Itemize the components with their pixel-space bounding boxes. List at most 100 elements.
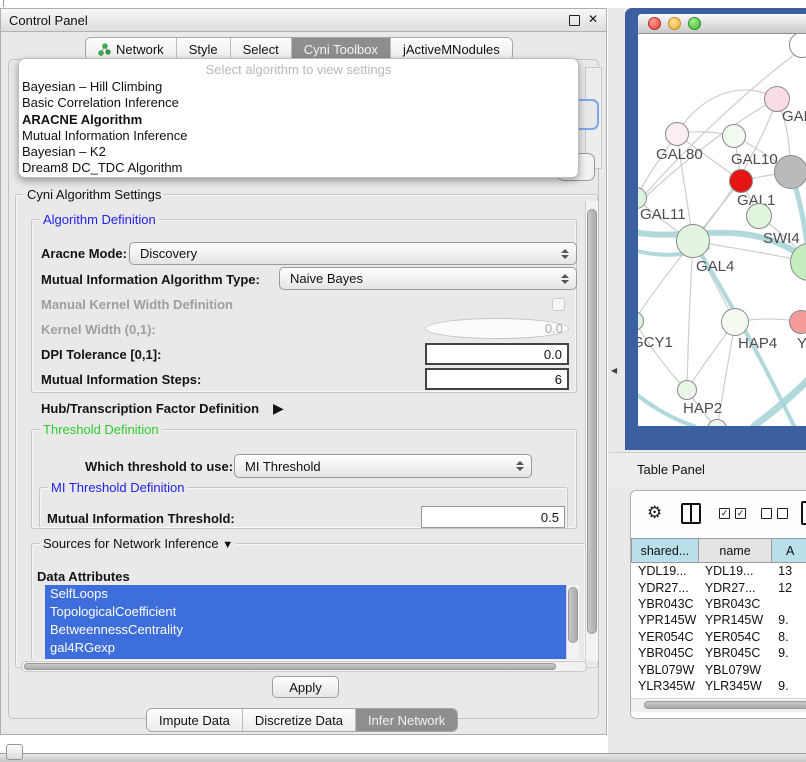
dropdown-item[interactable]: Bayesian – K2 [19,144,578,160]
table-cell[interactable]: YPR145W [631,613,698,627]
table-cell[interactable]: YLR345W [698,679,771,693]
list-scrollbar-track[interactable] [566,585,579,659]
network-node-gal10[interactable] [722,124,746,148]
tab-cyni-toolbox[interactable]: Cyni Toolbox [292,38,391,60]
table-cell[interactable]: 9. [771,646,806,660]
network-canvas[interactable]: GALGAL80GAL10GAL1GAL11SWI4GAL4GCY1HAP4YH… [638,34,806,426]
tab-impute-data[interactable]: Impute Data [147,709,243,731]
network-node[interactable] [774,155,806,189]
deselect-checkbox-icon-2[interactable] [777,508,788,519]
network-node-gal4[interactable] [676,224,710,258]
mi-threshold-field[interactable]: 0.5 [421,506,565,528]
columns-icon[interactable] [681,503,701,524]
float-window-icon[interactable] [569,15,580,26]
table-cell[interactable]: 13 [771,564,806,578]
table-cell[interactable]: 9. [771,613,806,627]
network-node-hap4[interactable] [721,308,749,336]
chevron-right-icon[interactable]: ▶ [273,400,284,417]
table-cell[interactable]: YPR145W [698,613,771,627]
attribute-list-item[interactable]: gal4RGexp [45,639,566,657]
attribute-list-item[interactable]: SelfLoops [45,585,566,603]
chevron-down-icon[interactable]: ▼ [222,539,233,551]
panel-divider-collapse-icon[interactable]: ◀ [611,366,617,375]
network-node-hap2[interactable] [677,380,697,400]
mi-steps-field[interactable]: 6 [425,368,569,390]
dpi-tolerance-field[interactable]: 0.0 [425,343,569,365]
table-cell[interactable]: YBR045C [631,646,698,660]
control-panel-titlebar[interactable]: Control Panel ✕ [1,9,606,32]
column-header[interactable]: name [698,538,771,563]
table-row[interactable]: YDL19...YDL19...13 [631,563,806,579]
attribute-list-item[interactable]: BetweennessCentrality [45,621,566,639]
table-cell[interactable]: 9. [771,695,806,696]
tab-network[interactable]: Network [86,38,177,60]
table-cell[interactable]: YBR045C [698,646,771,660]
table-row[interactable]: YER054CYER054C8. [631,629,806,645]
table-cell[interactable]: YDR27... [631,581,698,595]
table-cell[interactable]: YDL19... [631,564,698,578]
table-cell[interactable]: YDR27... [698,581,771,595]
table-row[interactable]: YBL079WYBL079W [631,661,806,677]
table-cell[interactable]: YLL052C [631,695,698,696]
apply-button[interactable]: Apply [272,676,339,698]
table-cell[interactable]: YLR345W [631,679,698,693]
close-traffic-light[interactable] [648,17,661,30]
table-cell[interactable]: YER054C [698,630,771,644]
table-row[interactable]: YLR345WYLR345W 9. [631,678,806,694]
dropdown-item[interactable]: Mutual Information Inference [19,128,578,144]
network-node-swi4[interactable] [746,203,772,229]
tab-discretize-data[interactable]: Discretize Data [243,709,356,731]
table-cell[interactable]: 9. [771,679,806,693]
gear-icon[interactable]: ⚙ [647,503,662,523]
tab-select[interactable]: Select [231,38,292,60]
zoom-traffic-light[interactable] [688,17,701,30]
list-scrollbar-thumb[interactable] [568,587,578,643]
table-cell[interactable]: 8. [771,630,806,644]
table-cell[interactable]: YER054C [631,630,698,644]
column-header[interactable]: shared... [631,538,698,563]
network-window-titlebar[interactable] [638,14,806,34]
settings-scrollbar-thumb[interactable] [587,209,597,634]
network-node-gal80[interactable] [665,122,689,146]
settings-scrollbar-track[interactable] [585,201,598,661]
select-all-checkbox-icon[interactable]: ✓ [719,508,730,519]
table-cell[interactable]: 12 [771,581,806,595]
table-scrollbar-track[interactable] [631,698,806,712]
deselect-checkbox-icon[interactable] [761,508,772,519]
dropdown-item[interactable]: ARACNE Algorithm [19,112,578,128]
tab-style[interactable]: Style [177,38,231,60]
tab-jactivemnodules[interactable]: jActiveMNodules [391,38,512,60]
hub-definition-label[interactable]: Hub/Transcription Factor Definition [41,401,259,416]
tab-infer-network[interactable]: Infer Network [356,709,457,731]
sources-title[interactable]: Sources for Network Inference [43,536,219,551]
minimize-traffic-light[interactable] [668,17,681,30]
horizontal-scrollbar-thumb[interactable] [24,663,556,670]
horizontal-scrollbar-track[interactable] [21,661,587,672]
document-icon[interactable] [801,501,806,525]
table-row[interactable]: YDR27...YDR27...12 [631,579,806,595]
table-cell[interactable]: YBL079W [631,663,698,677]
which-threshold-combo[interactable]: MI Threshold [234,454,532,478]
column-header[interactable]: A [771,538,806,563]
dropdown-item[interactable]: Bayesian – Hill Climbing [19,79,578,95]
dropdown-item[interactable]: Dream8 DC_TDC Algorithm [19,160,578,176]
collapsed-panel-button[interactable] [6,744,23,760]
network-node-y[interactable] [789,310,806,334]
table-row[interactable]: YLL052CYLL052C9. [631,694,806,696]
table-cell[interactable]: YBL079W [698,663,771,677]
table-row[interactable]: YBR045CYBR045C9. [631,645,806,661]
table-cell[interactable]: YLL052C [698,695,771,696]
close-icon[interactable]: ✕ [588,12,598,26]
table-cell[interactable]: YBR043C [698,597,771,611]
attribute-list-item[interactable]: TopologicalCoefficient [45,603,566,621]
select-all-checkbox-icon-2[interactable]: ✓ [735,508,746,519]
aracne-mode-combo[interactable]: Discovery [129,242,577,265]
table-row[interactable]: YPR145WYPR145W9. [631,612,806,628]
table-cell[interactable]: YDL19... [698,564,771,578]
table-cell[interactable]: YBR043C [631,597,698,611]
table-row[interactable]: YBR043CYBR043C [631,596,806,612]
dropdown-item[interactable]: Basic Correlation Inference [19,95,578,111]
table-scrollbar-thumb[interactable] [644,701,806,709]
mi-type-combo[interactable]: Naive Bayes [279,267,577,290]
network-node-gal1[interactable] [729,169,753,193]
